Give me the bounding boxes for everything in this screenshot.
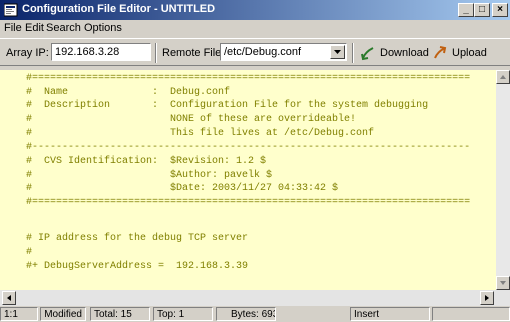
scroll-down-button[interactable] — [496, 276, 510, 290]
array-ip-input[interactable]: 192.168.3.28 — [51, 43, 151, 61]
code-line: # $Date: 2003/11/27 04:33:42 $ — [26, 183, 339, 194]
code-line: # This file lives at /etc/Debug.conf — [26, 128, 375, 139]
toolbar-separator — [155, 43, 157, 63]
minimize-button[interactable]: _ — [458, 3, 474, 17]
scroll-right-button[interactable] — [480, 291, 494, 305]
status-mode: Insert — [350, 307, 430, 321]
remote-file-label: Remote File: — [162, 47, 225, 59]
code-line: #=======================================… — [26, 197, 471, 208]
status-top: Top: 1 — [153, 307, 213, 321]
status-modified: Modified — [40, 307, 86, 321]
upload-icon — [434, 46, 447, 59]
download-icon — [361, 47, 374, 61]
code-line: # Name : Debug.conf — [26, 87, 231, 98]
upload-button[interactable]: Upload — [432, 44, 498, 62]
array-ip-label: Array IP: — [6, 47, 49, 59]
status-position: 1:1 — [0, 307, 38, 321]
maximize-button[interactable]: □ — [474, 3, 490, 17]
scroll-left-button[interactable] — [2, 291, 16, 305]
menu-bar: File Edit Search Options — [0, 20, 510, 38]
code-line: # $Author: pavelk $ — [26, 170, 273, 181]
remote-file-input[interactable]: /etc/Debug.conf — [220, 43, 347, 61]
status-extra — [432, 307, 510, 321]
code-line: # NONE of these are overrideable! — [26, 114, 357, 125]
app-window: Configuration File Editor - UNTITLED _ □… — [0, 0, 510, 322]
scroll-up-button[interactable] — [496, 70, 510, 84]
status-bar: 1:1 Modified Total: 15 Top: 1 Bytes: 693… — [0, 306, 510, 322]
code-line: # CVS Identification: $Revision: 1.2 $ — [26, 156, 267, 167]
close-button[interactable]: × — [492, 3, 508, 17]
menu-search[interactable]: Search — [46, 22, 81, 34]
status-total: Total: 15 — [90, 307, 150, 321]
code-line: # — [26, 247, 33, 258]
download-label: Download — [380, 47, 429, 59]
menu-options[interactable]: Options — [84, 22, 122, 34]
chevron-down-icon — [334, 50, 341, 54]
toolbar-separator — [352, 43, 354, 63]
arrow-down-icon — [500, 281, 506, 285]
code-editor[interactable]: #=======================================… — [22, 70, 496, 290]
upload-label: Upload — [452, 47, 487, 59]
horizontal-scrollbar[interactable] — [0, 290, 510, 306]
arrow-up-icon — [500, 75, 506, 79]
code-line: #---------------------------------------… — [26, 142, 471, 153]
status-bytes: Bytes: 693 — [216, 307, 276, 321]
remote-file-dropdown-button[interactable] — [330, 45, 345, 59]
menu-file[interactable]: File — [4, 22, 22, 34]
code-line: #=======================================… — [26, 73, 471, 84]
editor-gutter — [0, 70, 22, 290]
code-line: # Description : Configuration File for t… — [26, 100, 429, 111]
title-bar: Configuration File Editor - UNTITLED _ □… — [0, 0, 510, 20]
code-line: # IP address for the debug TCP server — [26, 233, 249, 244]
download-button[interactable]: Download — [360, 44, 432, 62]
toolbar: Array IP: 192.168.3.28 Remote File: /etc… — [0, 38, 510, 66]
window-title: Configuration File Editor - UNTITLED — [22, 3, 216, 15]
app-icon — [4, 3, 18, 17]
arrow-left-icon — [7, 295, 11, 301]
vertical-scrollbar[interactable] — [496, 70, 510, 290]
menu-edit[interactable]: Edit — [25, 22, 44, 34]
code-line: #+ DebugServerAddress = 192.168.3.39 — [26, 261, 249, 272]
arrow-right-icon — [485, 295, 489, 301]
